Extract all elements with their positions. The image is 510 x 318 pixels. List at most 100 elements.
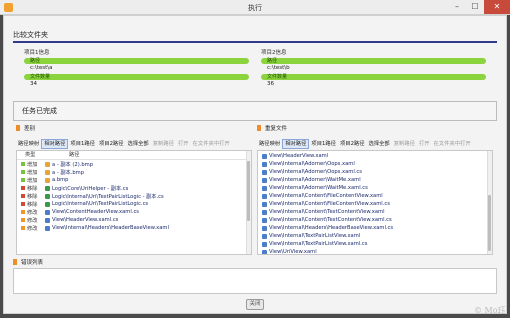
file-path: Logic\Internal\Uri\TextPairListLogic.cs	[52, 201, 149, 207]
dup-row[interactable]: View\HeaderView.xaml	[258, 152, 492, 160]
diff-toolbar-button-7[interactable]: 在文件夹中打开	[191, 139, 232, 149]
dup-toolbar-button-6[interactable]: 打开	[417, 139, 432, 149]
diff-toolbar-button-4[interactable]: 选择全部	[126, 139, 151, 149]
diff-list[interactable]: 类型 路径 增加 a - 副本 (2).bmp 增加 a - 副本.bmp 增加 a.bm…	[16, 150, 252, 255]
dup-row[interactable]: View\Internal\Adorner\Oops.xaml	[258, 160, 492, 168]
diff-row[interactable]: 增加 a.bmp	[17, 176, 251, 184]
diff-row[interactable]: 修改 View\HeaderView.xaml.cs	[17, 216, 251, 224]
file-icon	[262, 177, 267, 183]
project1-info: 项目1信息 路径 c:\test\a 文件数量 34	[24, 48, 249, 89]
file-icon	[262, 193, 267, 199]
dup-row[interactable]: View\Internal\TextPairListView.xaml.cs	[258, 240, 492, 248]
change-type-label: 修改	[27, 209, 38, 216]
diff-row[interactable]: 移除 Logic\Internal\Uri\TextPairListLogic -…	[17, 192, 251, 200]
project2-info: 项目2信息 路径 c:\test\b 文件数量 36	[261, 48, 486, 89]
file-path: View\Internal\Adorner\WaitMe.xaml.cs	[269, 185, 368, 191]
file-icon	[45, 185, 50, 191]
file-path: View\UriView.xaml	[269, 249, 317, 255]
dup-toolbar-button-0[interactable]: 路径映射	[257, 139, 282, 149]
change-type-marker	[21, 170, 25, 174]
diff-scrollbar[interactable]	[246, 151, 251, 254]
file-path: View\Internal\Content\TextContentView.xa…	[269, 209, 385, 215]
file-path: View\Internal\Content\FileContentView.xa…	[269, 193, 383, 199]
diff-toolbar-button-0[interactable]: 路径映射	[16, 139, 41, 149]
change-type-marker	[21, 218, 25, 222]
dup-row[interactable]: View\Internal\Content\FileContentView.xa…	[258, 192, 492, 200]
dup-row[interactable]: View\Internal\Content\TextContentView.xa…	[258, 208, 492, 216]
dup-toolbar-button-4[interactable]: 选择全部	[367, 139, 392, 149]
file-icon	[262, 225, 267, 231]
change-type-label: 增加	[27, 177, 38, 184]
diff-toolbar-button-2[interactable]: 项目1路径	[68, 139, 97, 149]
project1-path-value: c:\test\a	[30, 65, 53, 71]
dup-toolbar-button-5[interactable]: 复制路径	[392, 139, 417, 149]
diff-rows: 增加 a - 副本 (2).bmp 增加 a - 副本.bmp 增加 a.bmp 移除 Log…	[17, 160, 251, 232]
file-path: View\ContentHeaderView.xaml.cs	[52, 209, 140, 215]
dup-row[interactable]: View\Internal\Adorner\WaitMe.xaml.cs	[258, 184, 492, 192]
file-icon	[45, 217, 50, 223]
dup-row[interactable]: View\Internal\Content\TextContentView.xa…	[258, 216, 492, 224]
file-path: View\Internal\Headers\HeaderBaseView.xam…	[52, 225, 169, 231]
watermark: © Mo珏	[474, 306, 506, 315]
diff-row[interactable]: 增加 a - 副本.bmp	[17, 168, 251, 176]
title-bar: 执行 – ☐ ✕	[0, 0, 510, 15]
dup-scrollbar[interactable]	[487, 151, 492, 254]
diff-row[interactable]: 修改 View\Internal\Headers\HeaderBaseView.x…	[17, 224, 251, 232]
diff-panel-marker	[16, 125, 20, 131]
file-path: View\Internal\Content\FileContentView.xa…	[269, 201, 390, 207]
file-icon	[45, 225, 50, 231]
file-icon	[45, 209, 50, 215]
file-path: View\Internal\Adorner\WaitMe.xaml	[269, 177, 361, 183]
diff-toolbar-button-3[interactable]: 项目2路径	[97, 139, 126, 149]
error-panel-title: 错误列表	[21, 260, 44, 266]
error-list[interactable]	[13, 268, 497, 294]
dup-row[interactable]: View\Internal\Adorner\WaitMe.xaml	[258, 176, 492, 184]
diff-toolbar-button-1[interactable]: 相对路径	[41, 139, 69, 149]
minimize-button[interactable]: –	[448, 0, 466, 14]
file-icon	[262, 161, 267, 167]
diff-row[interactable]: 移除 Logic\Internal\Uri\TextPairListLogic.c…	[17, 200, 251, 208]
diff-row[interactable]: 增加 a - 副本 (2).bmp	[17, 160, 251, 168]
diff-col-type[interactable]: 类型	[17, 151, 45, 159]
file-icon	[262, 217, 267, 223]
dup-row[interactable]: View\Internal\TextPairListView.xaml	[258, 232, 492, 240]
change-type-label: 移除	[27, 185, 38, 192]
diff-toolbar-button-5[interactable]: 复制路径	[151, 139, 176, 149]
window-title: 执行	[248, 4, 262, 12]
file-icon	[262, 249, 267, 254]
change-type-label: 增加	[27, 161, 38, 168]
dup-toolbar-button-2[interactable]: 项目1路径	[309, 139, 338, 149]
diff-scroll-thumb[interactable]	[247, 161, 250, 221]
section-title: 比较文件夹	[13, 31, 48, 39]
diff-row[interactable]: 移除 Logic\Core\UriHelper - 副本.cs	[17, 184, 251, 192]
dup-panel-marker	[257, 125, 261, 131]
file-path: a.bmp	[52, 177, 69, 183]
diff-row[interactable]: 修改 View\ContentHeaderView.xaml.cs	[17, 208, 251, 216]
dup-list[interactable]: View\HeaderView.xaml View\Internal\Adorne…	[257, 150, 493, 255]
status-message: 任务已完成	[13, 101, 497, 121]
change-type-marker	[21, 226, 25, 230]
maximize-button[interactable]: ☐	[466, 0, 484, 14]
dup-toolbar-button-1[interactable]: 相对路径	[282, 139, 310, 149]
file-icon	[45, 169, 50, 175]
diff-panel-title: 差别	[24, 126, 36, 132]
close-button[interactable]: 关闭	[246, 299, 264, 310]
dup-row[interactable]: View\Internal\Headers\HeaderBaseView.xam…	[258, 224, 492, 232]
file-icon	[262, 201, 267, 207]
file-path: a - 副本.bmp	[52, 169, 85, 176]
project2-path-value: c:\test\b	[267, 65, 290, 71]
close-window-button[interactable]: ✕	[484, 0, 510, 14]
dup-rows: View\HeaderView.xaml View\Internal\Adorne…	[258, 151, 492, 255]
file-icon	[262, 241, 267, 247]
diff-col-path[interactable]: 路径	[45, 151, 79, 159]
dup-toolbar-button-3[interactable]: 项目2路径	[338, 139, 367, 149]
file-path: a - 副本 (2).bmp	[52, 161, 94, 168]
dup-row[interactable]: View\Internal\Content\FileContentView.xa…	[258, 200, 492, 208]
dup-scroll-thumb[interactable]	[488, 195, 491, 251]
dup-toolbar-button-7[interactable]: 在文件夹中打开	[432, 139, 473, 149]
diff-toolbar-button-6[interactable]: 打开	[176, 139, 191, 149]
dup-row[interactable]: View\Internal\Adorner\Oops.xaml.cs	[258, 168, 492, 176]
change-type-label: 修改	[27, 225, 38, 232]
dup-row[interactable]: View\UriView.xaml	[258, 248, 492, 255]
change-type-label: 移除	[27, 193, 38, 200]
